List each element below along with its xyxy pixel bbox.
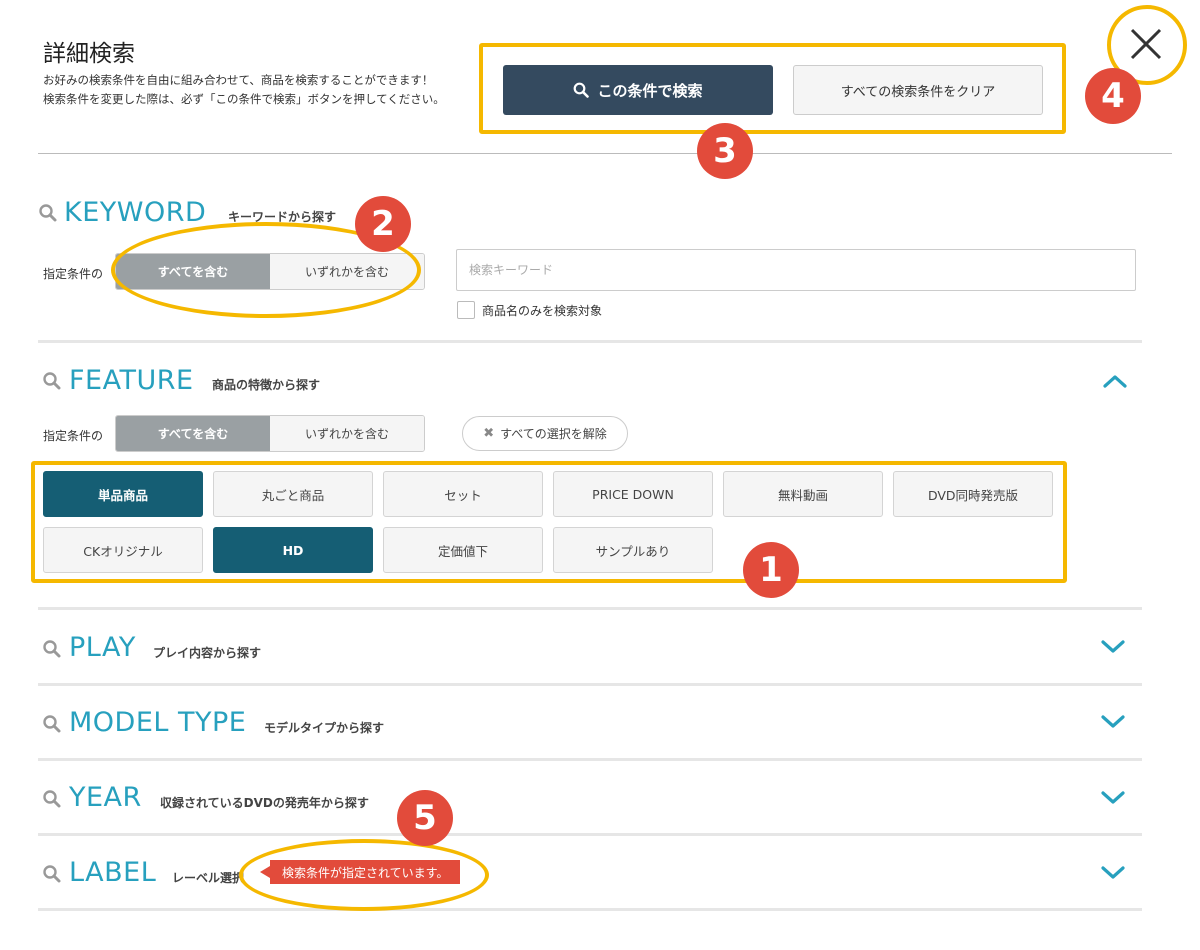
highlight-search-buttons xyxy=(479,43,1066,134)
x-icon: ✖ xyxy=(483,426,495,441)
page-title: 詳細検索 xyxy=(43,41,135,67)
search-icon xyxy=(43,372,61,390)
keyword-search-input[interactable] xyxy=(456,249,1136,291)
feature-match-all[interactable]: すべてを含む xyxy=(116,416,270,451)
search-icon xyxy=(43,790,61,808)
keyword-condition-label: 指定条件の xyxy=(43,267,104,281)
chevron-down-icon[interactable] xyxy=(1100,639,1126,655)
description-line-1: お好みの検索条件を自由に組み合わせて、商品を検索することができます！ xyxy=(43,73,434,87)
search-icon xyxy=(43,865,61,883)
model-type-section-title[interactable]: MODEL TYPE xyxy=(69,707,246,738)
product-name-only-label: 商品名のみを検索対象 xyxy=(482,304,603,318)
section-divider xyxy=(38,340,1142,343)
highlight-tooltip xyxy=(239,839,489,911)
section-divider xyxy=(38,758,1142,761)
label-section-subtitle: レーベル選択 xyxy=(172,871,245,885)
section-divider xyxy=(38,833,1142,836)
annotation-badge-3: 3 xyxy=(697,123,753,179)
year-section-subtitle: 収録されているDVDの発売年から探す xyxy=(160,796,369,810)
annotation-badge-2: 2 xyxy=(355,196,411,252)
chevron-down-icon[interactable] xyxy=(1100,714,1126,730)
deselect-all-label: すべての選択を解除 xyxy=(500,427,607,441)
feature-section-title: FEATURE xyxy=(69,365,194,396)
annotation-badge-1: 1 xyxy=(743,542,799,598)
search-icon xyxy=(43,715,61,733)
chevron-up-icon[interactable] xyxy=(1102,373,1128,389)
feature-match-toggle: すべてを含む いずれかを含む xyxy=(115,415,425,452)
product-name-only-checkbox[interactable] xyxy=(457,301,475,319)
highlight-feature-tags xyxy=(31,461,1067,583)
description-line-2: 検索条件を変更した際は、必ず「この条件で検索」ボタンを押してください。 xyxy=(43,92,445,106)
search-icon xyxy=(39,204,57,222)
play-section-title[interactable]: PLAY xyxy=(69,632,136,663)
annotation-badge-4: 4 xyxy=(1085,68,1141,124)
section-divider xyxy=(38,683,1142,686)
feature-condition-label: 指定条件の xyxy=(43,429,104,443)
label-section-title[interactable]: LABEL xyxy=(69,857,156,888)
play-section-subtitle: プレイ内容から探す xyxy=(153,646,262,660)
section-divider xyxy=(38,607,1142,610)
keyword-section-title: KEYWORD xyxy=(64,197,207,228)
feature-section-subtitle: 商品の特徴から探す xyxy=(212,378,321,392)
feature-match-any[interactable]: いずれかを含む xyxy=(270,416,424,451)
deselect-all-button[interactable]: ✖ すべての選択を解除 xyxy=(462,416,628,451)
header-divider xyxy=(38,153,1172,154)
section-divider xyxy=(38,908,1142,911)
model-type-section-subtitle: モデルタイプから探す xyxy=(264,721,385,735)
chevron-down-icon[interactable] xyxy=(1100,865,1126,881)
chevron-down-icon[interactable] xyxy=(1100,790,1126,806)
search-icon xyxy=(43,640,61,658)
year-section-title[interactable]: YEAR xyxy=(69,782,142,813)
annotation-badge-5: 5 xyxy=(397,790,453,846)
